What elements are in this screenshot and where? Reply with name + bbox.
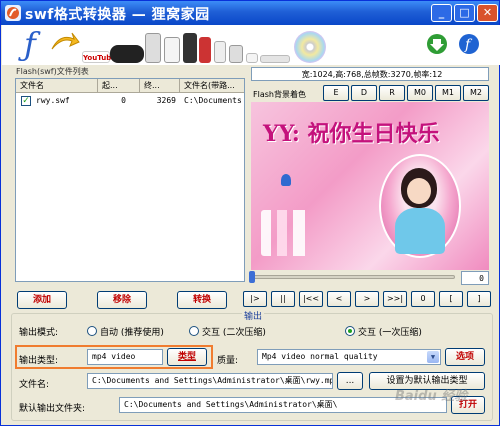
preview-screen: YY: 祝你生日快乐 xyxy=(251,102,489,270)
column-start[interactable]: 起... xyxy=(98,79,140,93)
preview-girl-face xyxy=(407,178,431,204)
frame-counter[interactable]: 0 xyxy=(461,271,489,285)
options-button[interactable]: 选项 xyxy=(445,348,485,366)
mode-single-radio[interactable] xyxy=(345,326,355,336)
pause-button[interactable]: || xyxy=(271,291,295,307)
last-frame-button[interactable]: >>| xyxy=(383,291,407,307)
play-button[interactable]: |> xyxy=(243,291,267,307)
file-row-name: rwy.swf xyxy=(36,96,70,105)
ipod-nano-icon xyxy=(214,41,226,63)
add-button[interactable]: 添加 xyxy=(17,291,67,309)
column-filename[interactable]: 文件名 xyxy=(16,79,98,93)
preview-butterfly xyxy=(281,174,291,186)
close-button[interactable]: ✕ xyxy=(477,4,498,22)
flash-help-icon[interactable]: f xyxy=(458,33,480,55)
quality-value: Mp4 video normal quality xyxy=(262,352,378,361)
walkman-device-icon xyxy=(199,37,211,63)
chevron-down-icon[interactable]: ▼ xyxy=(427,351,439,363)
bg-color-button-r[interactable]: R xyxy=(379,85,405,101)
preview-overlay-text: YY: 祝你生日快乐 xyxy=(263,121,440,147)
router-device-icon xyxy=(246,53,258,63)
watermark-text: Baidu 经验 xyxy=(395,389,468,404)
file-row-end: 3269 xyxy=(156,96,176,105)
minimize-button[interactable]: _ xyxy=(431,4,452,22)
window-title: swf格式转换器 — 狸窝家园 xyxy=(25,7,210,23)
column-path[interactable]: 文件名(带路... xyxy=(180,79,246,93)
filename-label: 文件名: xyxy=(19,380,50,390)
file-list-header: 文件名 起... 终... 文件名(带路... xyxy=(16,79,244,93)
phone-device-icon xyxy=(145,33,161,63)
bg-color-button-e[interactable]: E xyxy=(323,85,349,101)
prev-frame-button[interactable]: < xyxy=(327,291,351,307)
header-banner: ƒ YouTube f xyxy=(2,25,500,65)
maximize-button[interactable]: □ xyxy=(454,4,475,22)
remove-button[interactable]: 移除 xyxy=(97,291,147,309)
reset-frame-button[interactable]: 0 xyxy=(411,291,435,307)
bg-color-button-m2[interactable]: M2 xyxy=(463,85,489,101)
column-end[interactable]: 终... xyxy=(140,79,180,93)
browse-button[interactable]: ... xyxy=(337,372,363,390)
convert-button[interactable]: 转换 xyxy=(177,291,227,309)
psp-device-icon xyxy=(110,45,144,63)
mode-auto-label[interactable]: 自动 (推荐使用) xyxy=(100,325,164,338)
quality-dropdown[interactable]: Mp4 video normal quality ▼ xyxy=(257,349,441,365)
title-bar[interactable]: swf格式转换器 — 狸窝家园 _ □ ✕ xyxy=(1,1,499,25)
file-row[interactable]: ✓ rwy.swf 0 3269 C:\Documents xyxy=(16,94,244,108)
app-window: swf格式转换器 — 狸窝家园 _ □ ✕ ƒ YouTube f Flash(… xyxy=(0,0,500,426)
timeline-track[interactable] xyxy=(251,275,455,279)
mark-out-button[interactable]: ] xyxy=(467,291,491,307)
preview-girl-dress xyxy=(395,208,445,254)
mode-auto-radio[interactable] xyxy=(87,326,97,336)
next-frame-button[interactable]: > xyxy=(355,291,379,307)
quality-label: 质量: xyxy=(217,356,239,366)
timeline-handle[interactable] xyxy=(249,271,255,283)
console-device-icon xyxy=(260,55,290,63)
download-arrow-icon[interactable] xyxy=(426,33,448,55)
bg-color-button-m1[interactable]: M1 xyxy=(435,85,461,101)
preview-candles xyxy=(261,210,321,256)
convert-arrow-icon xyxy=(51,32,80,50)
ipod-device-icon xyxy=(164,37,180,63)
file-row-checkbox[interactable]: ✓ xyxy=(21,96,31,106)
mp4-player-icon xyxy=(183,33,197,63)
youtube-logo: YouTube xyxy=(82,51,116,63)
mode-single-label[interactable]: 交互 (一次压缩) xyxy=(358,325,422,338)
file-list-label: Flash(swf)文件列表 xyxy=(16,67,89,76)
first-frame-button[interactable]: |<< xyxy=(299,291,323,307)
bg-color-button-d[interactable]: D xyxy=(351,85,377,101)
media-player-icon xyxy=(229,45,243,63)
filename-field[interactable]: C:\Documents and Settings\Administrator\… xyxy=(87,373,333,389)
file-row-path: C:\Documents xyxy=(184,96,242,105)
file-row-start: 0 xyxy=(121,96,126,105)
bg-color-label: Flash背景着色 xyxy=(253,90,306,99)
mode-double-radio[interactable] xyxy=(189,326,199,336)
default-folder-label: 默认输出文件夹: xyxy=(19,404,86,414)
app-logo-icon xyxy=(5,5,21,21)
mark-in-button[interactable]: [ xyxy=(439,291,463,307)
output-mode-label: 输出模式: xyxy=(19,328,59,338)
flash-logo-icon: ƒ xyxy=(24,25,36,63)
dvd-disc-icon xyxy=(294,31,326,63)
mode-double-label[interactable]: 交互 (二次压缩) xyxy=(202,325,266,338)
output-type-highlight xyxy=(15,345,213,369)
video-info-bar: 宽:1024,高:768,总帧数:3270,帧率:12 xyxy=(251,67,489,81)
file-list[interactable]: 文件名 起... 终... 文件名(带路... ✓ rwy.swf 0 3269… xyxy=(15,78,245,282)
bg-color-button-m0[interactable]: M0 xyxy=(407,85,433,101)
output-group-label: 输出 xyxy=(242,309,265,322)
